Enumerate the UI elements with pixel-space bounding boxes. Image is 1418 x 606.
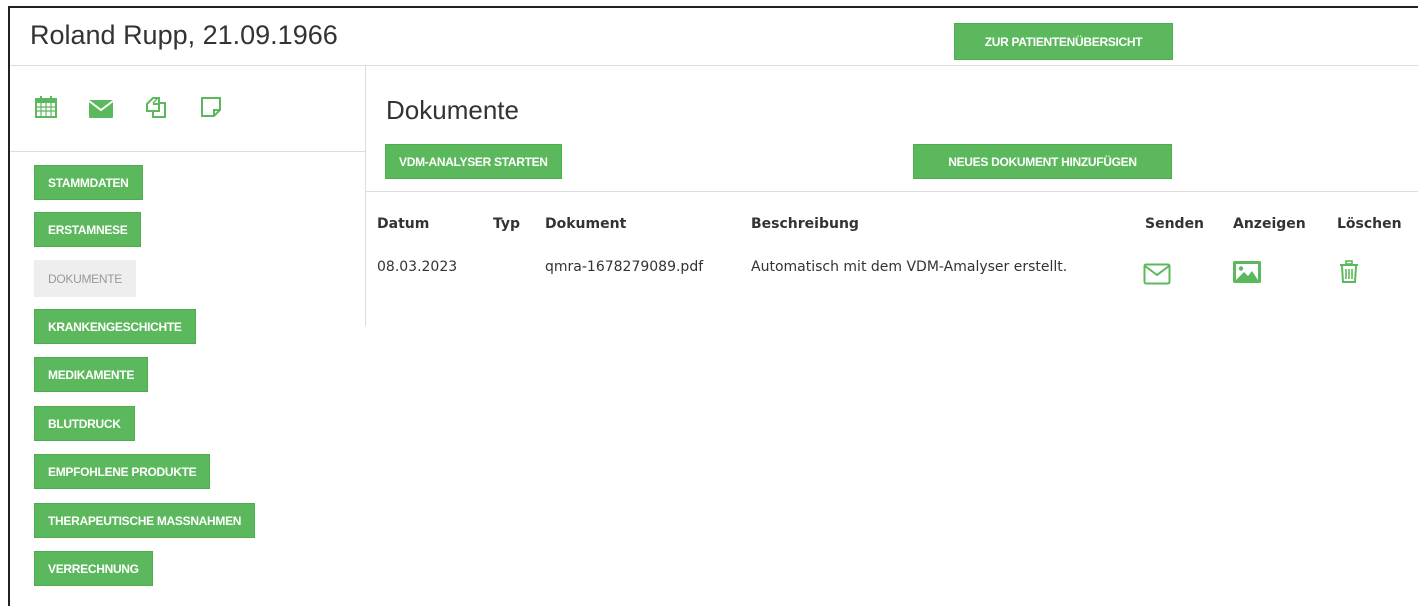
- start-analyser-button[interactable]: VDM-ANALYSER STARTEN: [385, 144, 562, 179]
- sidebar-item-verrechnung[interactable]: VERRECHNUNG: [34, 551, 153, 586]
- calendar-icon[interactable]: [34, 95, 58, 119]
- sidebar-item-krankengeschichte[interactable]: KRANKENGESCHICHTE: [34, 309, 196, 344]
- envelope-icon[interactable]: [88, 99, 114, 119]
- sidebar-item-stammdaten[interactable]: STAMMDATEN: [34, 165, 143, 200]
- page-title: Dokumente: [386, 95, 519, 125]
- sidebar-item-therapeutische-massnahmen[interactable]: THERAPEUTISCHE MASSNAHMEN: [34, 503, 256, 538]
- patient-title: Roland Rupp, 21.09.1966: [30, 20, 338, 50]
- column-header-beschreibung: Beschreibung: [751, 216, 859, 232]
- column-header-typ: Typ: [493, 216, 521, 232]
- column-header-dokument: Dokument: [545, 216, 627, 232]
- cell-datum: 08.03.2023: [377, 259, 458, 275]
- header-divider: [10, 65, 1418, 66]
- add-document-button[interactable]: NEUES DOKUMENT HINZUFÜGEN: [913, 144, 1172, 179]
- sidebar-item-empfohlene-produkte[interactable]: EMPFOHLENE PRODUKTE: [34, 454, 211, 489]
- column-header-anzeigen: Anzeigen: [1233, 216, 1306, 232]
- sidebar-item-blutdruck[interactable]: BLUTDRUCK: [34, 406, 135, 441]
- note-icon[interactable]: [200, 96, 222, 118]
- cell-dokument: qmra-1678279089.pdf: [545, 259, 704, 275]
- cell-beschreibung: Automatisch mit dem VDM-Amalyser erstell…: [751, 259, 1068, 275]
- column-header-datum: Datum: [377, 216, 430, 232]
- sidebar-separator: [365, 66, 366, 326]
- sidebar-divider: [10, 151, 365, 152]
- copy-icon[interactable]: [144, 95, 168, 119]
- sidebar-item-medikamente[interactable]: MEDIKAMENTE: [34, 357, 149, 392]
- patient-overview-button[interactable]: ZUR PATIENTENÜBERSICHT: [954, 23, 1173, 60]
- view-image-icon[interactable]: [1232, 260, 1262, 284]
- column-header-senden: Senden: [1145, 216, 1205, 232]
- toolbar-divider: [366, 191, 1418, 192]
- trash-icon[interactable]: [1339, 260, 1359, 284]
- sidebar-item-dokumente[interactable]: DOKUMENTE: [34, 260, 136, 297]
- column-header-loeschen: Löschen: [1337, 216, 1402, 232]
- send-mail-icon[interactable]: [1143, 263, 1171, 285]
- sidebar-item-erstamnese[interactable]: ERSTAMNESE: [34, 212, 142, 247]
